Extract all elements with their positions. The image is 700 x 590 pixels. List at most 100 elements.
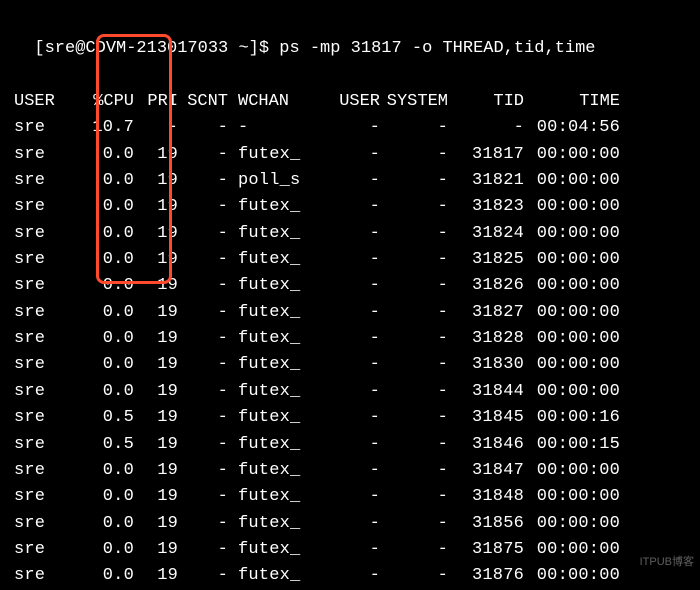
cell-user: sre (14, 484, 74, 510)
cell-cpu: 0.0 (74, 142, 134, 168)
cell-pri: 19 (134, 352, 178, 378)
cell-tid: 31845 (448, 405, 524, 431)
cell-scnt: - (178, 432, 228, 458)
cell-user: sre (14, 511, 74, 537)
cell-pri: 19 (134, 563, 178, 589)
table-row: sre0.019-futex_--3182600:00:00 (14, 273, 686, 299)
cell-tid: 31825 (448, 247, 524, 273)
cell-pri: 19 (134, 168, 178, 194)
cell-cpu: 0.0 (74, 379, 134, 405)
cell-cpu: 0.0 (74, 194, 134, 220)
cell-user2: - (318, 142, 380, 168)
cell-time: 00:00:00 (524, 379, 620, 405)
cell-time: 00:00:00 (524, 142, 620, 168)
table-row: sre0.519-futex_--3184600:00:15 (14, 432, 686, 458)
cell-cpu: 0.0 (74, 326, 134, 352)
cell-pri: 19 (134, 142, 178, 168)
cell-system: - (380, 300, 448, 326)
cell-user2: - (318, 326, 380, 352)
cell-time: 00:00:00 (524, 168, 620, 194)
prompt-user-host: [sre@CDVM-213017033 ~]$ (34, 39, 269, 58)
cell-time: 00:00:00 (524, 247, 620, 273)
cell-system: - (380, 379, 448, 405)
hdr-wchan: WCHAN (238, 89, 318, 115)
cell-user2: - (318, 563, 380, 589)
cell-scnt: - (178, 405, 228, 431)
cell-user: sre (14, 273, 74, 299)
cell-tid: - (448, 115, 524, 141)
cell-pri: 19 (134, 484, 178, 510)
cell-user2: - (318, 352, 380, 378)
cell-user: sre (14, 115, 74, 141)
cell-pri: 19 (134, 405, 178, 431)
cell-user: sre (14, 247, 74, 273)
cell-cpu: 0.0 (74, 273, 134, 299)
table-row: sre0.019-futex_--3181700:00:00 (14, 142, 686, 168)
cell-cpu: 0.5 (74, 405, 134, 431)
cell-time: 00:00:00 (524, 326, 620, 352)
cell-scnt: - (178, 221, 228, 247)
cell-tid: 31847 (448, 458, 524, 484)
cell-cpu: 0.5 (74, 432, 134, 458)
cell-cpu: 0.0 (74, 247, 134, 273)
watermark: ITPUB博客 (640, 554, 694, 571)
cell-scnt: - (178, 300, 228, 326)
cell-cpu: 0.0 (74, 458, 134, 484)
cell-cpu: 0.0 (74, 352, 134, 378)
cell-user: sre (14, 563, 74, 589)
table-row: sre0.019-futex_--3182400:00:00 (14, 221, 686, 247)
cell-wchan: futex_ (238, 221, 318, 247)
table-header: USER%CPUPRISCNTWCHANUSERSYSTEMTIDTIME (14, 63, 686, 116)
cell-system: - (380, 405, 448, 431)
cell-time: 00:00:00 (524, 458, 620, 484)
cell-user: sre (14, 405, 74, 431)
hdr-system: SYSTEM (380, 89, 448, 115)
hdr-pri: PRI (134, 89, 178, 115)
cell-user2: - (318, 458, 380, 484)
cell-tid: 31824 (448, 221, 524, 247)
cell-scnt: - (178, 326, 228, 352)
cell-time: 00:00:00 (524, 300, 620, 326)
table-row: sre10.7------00:04:56 (14, 115, 686, 141)
cell-user2: - (318, 484, 380, 510)
table-row: sre0.019-futex_--3187500:00:00 (14, 537, 686, 563)
table-row: sre0.019-futex_--3182700:00:00 (14, 300, 686, 326)
cell-user: sre (14, 352, 74, 378)
cell-tid: 31830 (448, 352, 524, 378)
cell-user2: - (318, 537, 380, 563)
cell-user: sre (14, 221, 74, 247)
cell-user2: - (318, 432, 380, 458)
cell-time: 00:00:16 (524, 405, 620, 431)
hdr-cpu: %CPU (74, 89, 134, 115)
cell-system: - (380, 484, 448, 510)
cell-system: - (380, 563, 448, 589)
cell-scnt: - (178, 484, 228, 510)
cell-pri: 19 (134, 432, 178, 458)
cell-pri: 19 (134, 300, 178, 326)
cell-system: - (380, 247, 448, 273)
cell-wchan: - (238, 115, 318, 141)
cell-scnt: - (178, 352, 228, 378)
cell-scnt: - (178, 379, 228, 405)
cell-tid: 31848 (448, 484, 524, 510)
cell-user2: - (318, 405, 380, 431)
cell-pri: 19 (134, 326, 178, 352)
cell-wchan: futex_ (238, 563, 318, 589)
cell-scnt: - (178, 563, 228, 589)
cell-wchan: futex_ (238, 537, 318, 563)
hdr-user: USER (14, 89, 74, 115)
cell-system: - (380, 352, 448, 378)
cell-tid: 31823 (448, 194, 524, 220)
cell-scnt: - (178, 273, 228, 299)
cell-user2: - (318, 379, 380, 405)
hdr-tid: TID (448, 89, 524, 115)
cell-system: - (380, 142, 448, 168)
cell-scnt: - (178, 537, 228, 563)
cell-tid: 31856 (448, 511, 524, 537)
cell-wchan: futex_ (238, 273, 318, 299)
cell-user2: - (318, 300, 380, 326)
table-row: sre0.519-futex_--3184500:00:16 (14, 405, 686, 431)
prompt-line: [sre@CDVM-213017033 ~]$ ps -mp 31817 -o … (14, 10, 686, 63)
hdr-time: TIME (524, 89, 620, 115)
prompt-command[interactable]: ps -mp 31817 -o THREAD,tid,time (279, 39, 595, 58)
